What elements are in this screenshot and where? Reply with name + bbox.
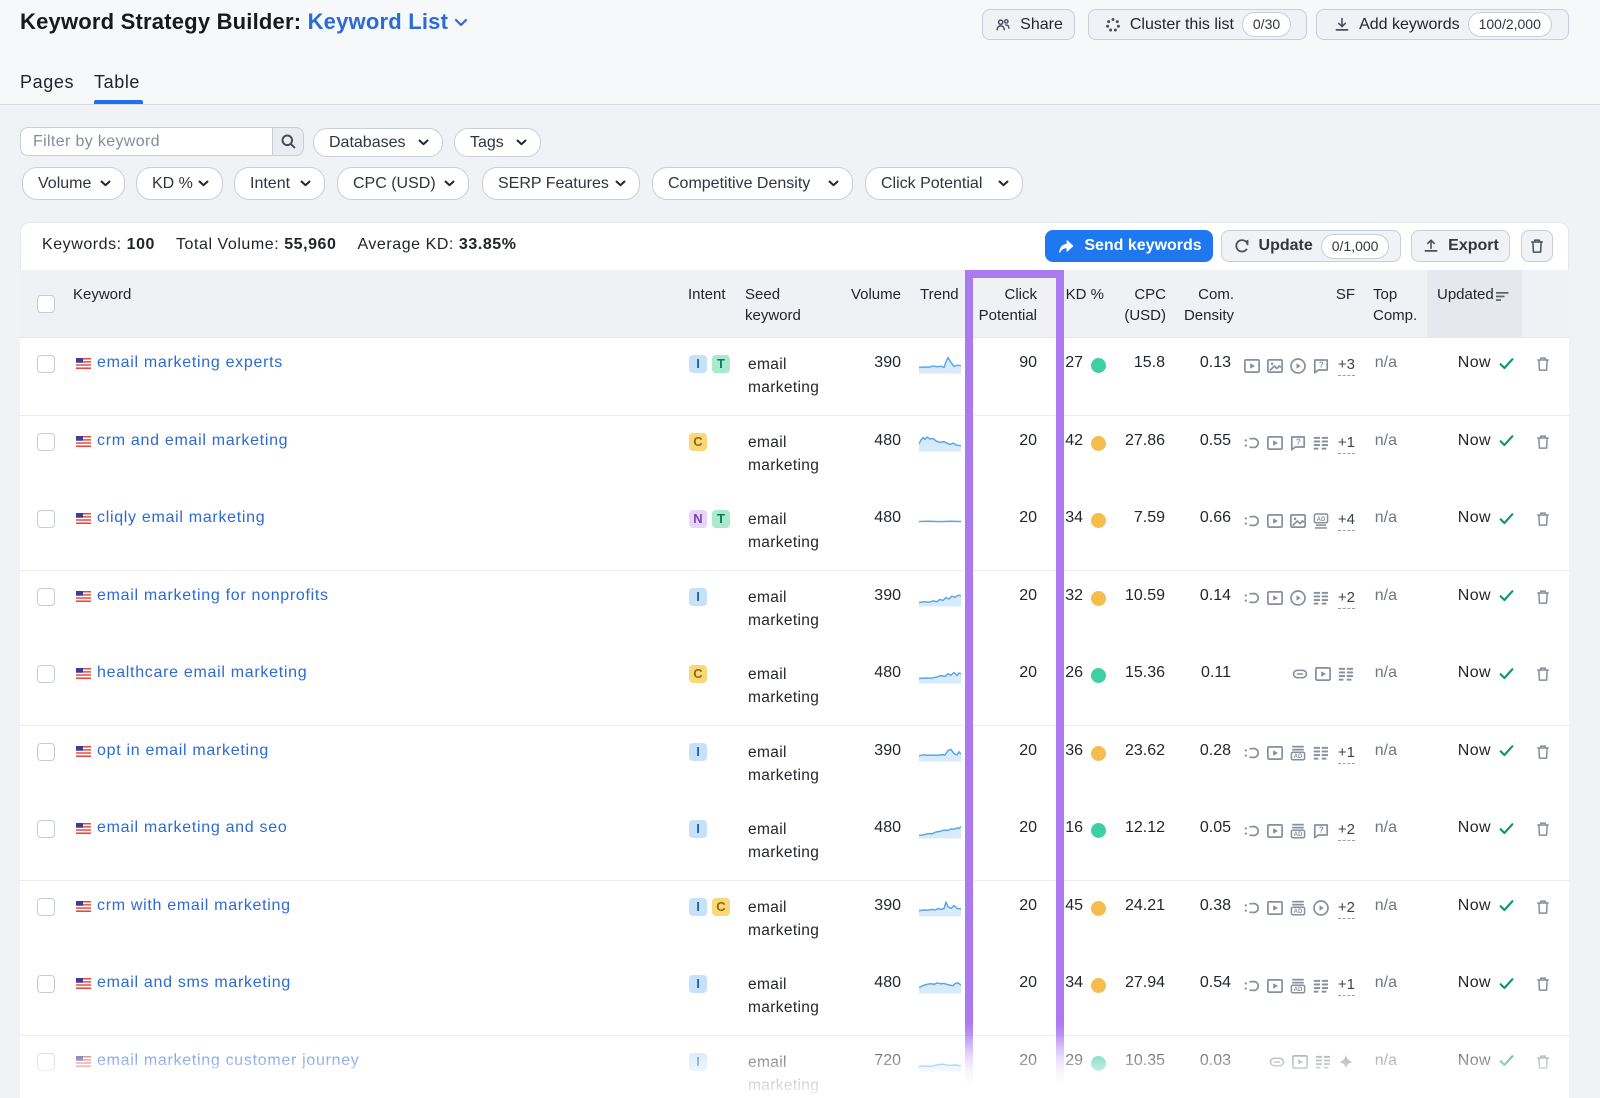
svg-text:AD: AD xyxy=(1317,516,1326,522)
svg-text:AD: AD xyxy=(1294,909,1303,915)
svg-text:AD: AD xyxy=(1294,832,1303,838)
svg-text:AD: AD xyxy=(1294,987,1303,993)
svg-text:?: ? xyxy=(1319,825,1324,834)
svg-text:?: ? xyxy=(1296,438,1301,447)
svg-text:?: ? xyxy=(1319,360,1324,369)
svg-text:AD: AD xyxy=(1294,754,1303,760)
